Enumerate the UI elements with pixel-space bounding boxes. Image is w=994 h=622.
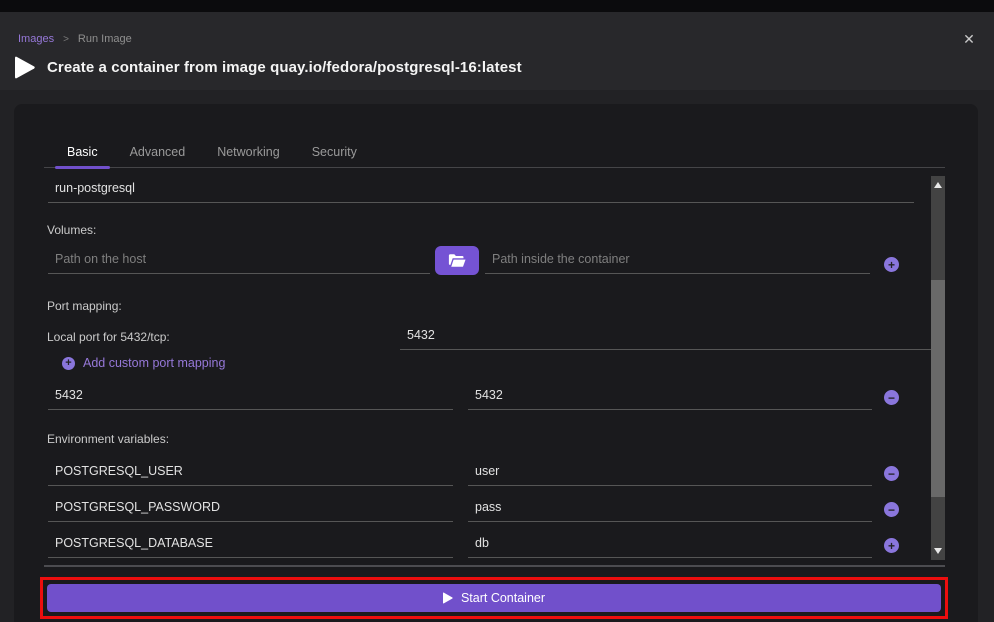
local-port-input[interactable] bbox=[400, 323, 934, 349]
tabs-bar: Basic Advanced Networking Security bbox=[44, 136, 945, 168]
breadcrumb-separator-icon: > bbox=[63, 34, 69, 45]
breadcrumb: Images > Run Image bbox=[18, 33, 132, 45]
container-name-field bbox=[48, 176, 914, 203]
env-value-input-3[interactable] bbox=[468, 531, 872, 557]
start-container-label: Start Container bbox=[461, 591, 545, 605]
play-icon bbox=[14, 55, 36, 80]
tab-advanced[interactable]: Advanced bbox=[118, 136, 198, 167]
env-variables-label: Environment variables: bbox=[47, 432, 169, 446]
breadcrumb-current: Run Image bbox=[78, 33, 132, 45]
tab-basic[interactable]: Basic bbox=[55, 136, 110, 167]
custom-port-container-input[interactable] bbox=[468, 383, 872, 409]
form-scrollbar[interactable] bbox=[931, 176, 945, 560]
browse-folder-button[interactable] bbox=[435, 246, 479, 275]
close-icon[interactable]: ✕ bbox=[960, 30, 978, 48]
folder-icon bbox=[448, 253, 466, 268]
env-name-field bbox=[48, 495, 453, 522]
container-name-input[interactable] bbox=[48, 176, 914, 202]
tab-security[interactable]: Security bbox=[300, 136, 369, 167]
scroll-up-icon[interactable] bbox=[934, 182, 942, 188]
env-name-field bbox=[48, 531, 453, 558]
volumes-label: Volumes: bbox=[47, 223, 96, 237]
add-custom-port-mapping-label: Add custom port mapping bbox=[83, 356, 225, 370]
page-header: Images > Run Image ✕ Create a container … bbox=[0, 12, 994, 90]
run-image-form-panel: Basic Advanced Networking Security Volum… bbox=[14, 104, 978, 622]
volume-container-field bbox=[485, 247, 870, 274]
env-value-field bbox=[468, 531, 872, 558]
remove-env-row-1-icon[interactable]: − bbox=[884, 466, 899, 481]
title-row: Create a container from image quay.io/fe… bbox=[14, 55, 522, 80]
remove-env-row-2-icon[interactable]: − bbox=[884, 502, 899, 517]
volume-host-input[interactable] bbox=[48, 247, 430, 273]
env-name-input-2[interactable] bbox=[48, 495, 453, 521]
local-port-label: Local port for 5432/tcp: bbox=[47, 330, 170, 344]
add-volume-icon[interactable]: + bbox=[884, 257, 899, 272]
breadcrumb-images-link[interactable]: Images bbox=[18, 33, 54, 45]
env-value-field bbox=[468, 495, 872, 522]
env-name-field bbox=[48, 459, 453, 486]
env-value-field bbox=[468, 459, 872, 486]
annotation-highlight-box: Start Container bbox=[40, 577, 948, 619]
local-port-field bbox=[400, 323, 934, 350]
volume-host-field bbox=[48, 247, 430, 274]
play-icon bbox=[443, 592, 453, 604]
tab-networking[interactable]: Networking bbox=[205, 136, 292, 167]
volume-container-input[interactable] bbox=[485, 247, 870, 273]
env-name-input-3[interactable] bbox=[48, 531, 453, 557]
scroll-down-icon[interactable] bbox=[934, 548, 942, 554]
page-title: Create a container from image quay.io/fe… bbox=[47, 59, 522, 76]
footer-divider bbox=[44, 565, 945, 567]
add-env-row-icon[interactable]: + bbox=[884, 538, 899, 553]
custom-port-container-field bbox=[468, 383, 872, 410]
window-top-bar bbox=[0, 0, 994, 12]
start-container-button[interactable]: Start Container bbox=[47, 584, 941, 612]
run-image-page: { "header": { "breadcrumb": { "parent": … bbox=[0, 0, 994, 622]
remove-port-mapping-icon[interactable]: − bbox=[884, 390, 899, 405]
custom-port-host-field bbox=[48, 383, 453, 410]
add-custom-port-mapping-link[interactable]: + Add custom port mapping bbox=[62, 356, 225, 370]
env-value-input-1[interactable] bbox=[468, 459, 872, 485]
custom-port-host-input[interactable] bbox=[48, 383, 453, 409]
add-port-mapping-icon: + bbox=[62, 357, 75, 370]
env-value-input-2[interactable] bbox=[468, 495, 872, 521]
port-mapping-label: Port mapping: bbox=[47, 299, 122, 313]
env-name-input-1[interactable] bbox=[48, 459, 453, 485]
scrollbar-thumb[interactable] bbox=[931, 280, 945, 497]
